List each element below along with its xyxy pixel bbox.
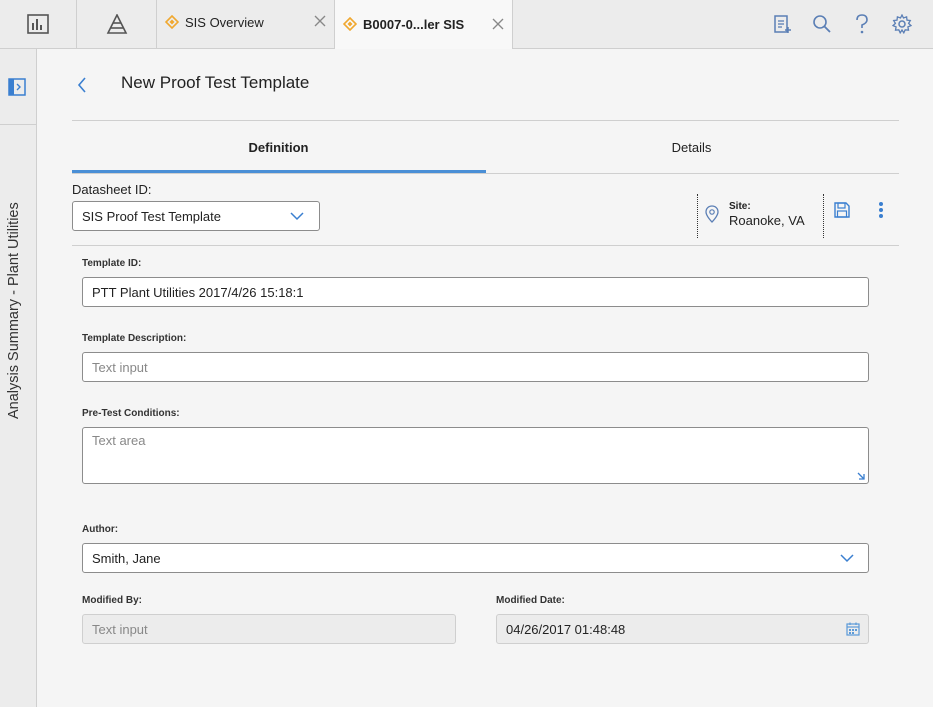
site-value: Roanoke, VA	[729, 213, 805, 228]
pre-test-conditions-label: Pre-Test Conditions:	[82, 408, 180, 419]
rail-divider	[0, 124, 36, 125]
page-title: New Proof Test Template	[121, 73, 310, 92]
template-description-label: Template Description:	[82, 333, 187, 344]
dashboard-button[interactable]	[0, 0, 77, 48]
pre-test-conditions-textarea[interactable]: Text area	[82, 427, 869, 484]
datasheet-select[interactable]: SIS Proof Test Template	[72, 201, 320, 231]
help-icon	[856, 14, 868, 34]
divider	[72, 245, 899, 246]
modified-by-input: Text input	[82, 614, 456, 644]
new-clipboard-button[interactable]	[771, 13, 793, 35]
calendar-icon[interactable]	[846, 622, 860, 636]
divider	[72, 173, 899, 174]
tab-definition[interactable]: Definition	[72, 121, 486, 173]
hierarchy-icon	[106, 14, 127, 34]
template-id-label: Template ID:	[82, 258, 142, 269]
left-rail: Analysis Summary - Plant Utilities	[0, 49, 37, 707]
settings-button[interactable]	[891, 13, 913, 35]
datasheet-value: SIS Proof Test Template	[82, 209, 221, 224]
tab-label: SIS Overview	[185, 15, 264, 30]
more-options-icon[interactable]	[874, 202, 888, 220]
search-button[interactable]	[811, 13, 833, 35]
textarea-placeholder: Text area	[92, 433, 146, 448]
chevron-left-icon[interactable]	[75, 75, 89, 95]
author-value: Smith, Jane	[92, 550, 161, 566]
modified-date-label: Modified Date:	[496, 595, 565, 606]
site-label: Site:	[729, 201, 751, 212]
template-id-input[interactable]: PTT Plant Utilities 2017/4/26 15:18:1	[82, 277, 869, 307]
tab-label: B0007-0...ler SIS	[363, 17, 465, 32]
close-icon[interactable]	[492, 18, 504, 30]
tab-b0007-sis[interactable]: B0007-0...ler SIS	[335, 0, 513, 49]
save-icon[interactable]	[834, 202, 850, 218]
modified-date-value: 04/26/2017 01:48:48	[506, 621, 626, 637]
help-button[interactable]	[851, 13, 873, 35]
panel-expand-icon[interactable]	[8, 78, 26, 96]
gear-icon	[892, 14, 912, 34]
chevron-down-icon	[840, 554, 854, 563]
rail-title: Analysis Summary - Plant Utilities	[6, 202, 22, 419]
modified-date-input: 04/26/2017 01:48:48	[496, 614, 869, 644]
location-pin-icon	[705, 205, 719, 223]
search-icon	[813, 15, 831, 33]
author-label: Author:	[82, 524, 119, 535]
modified-by-label: Modified By:	[82, 595, 142, 606]
author-select[interactable]: Smith, Jane	[82, 543, 869, 573]
top-bar: SIS Overview B0007-0...ler SIS	[0, 0, 933, 49]
template-description-input[interactable]: Text input	[82, 352, 869, 382]
sis-diamond-icon	[343, 17, 357, 31]
tab-sis-overview[interactable]: SIS Overview	[157, 0, 335, 48]
sis-diamond-icon	[165, 15, 179, 29]
clipboard-add-icon	[774, 15, 791, 33]
close-icon[interactable]	[314, 15, 326, 27]
datasheet-label: Datasheet ID:	[72, 182, 152, 197]
dashboard-icon	[27, 14, 49, 34]
hierarchy-button[interactable]	[77, 0, 157, 48]
site-indicator[interactable]: Site: Roanoke, VA	[697, 194, 824, 238]
chevron-down-icon	[290, 212, 304, 221]
tab-bar: Definition Details	[72, 121, 899, 174]
tab-details[interactable]: Details	[485, 121, 898, 173]
resize-handle-icon[interactable]	[856, 471, 866, 481]
